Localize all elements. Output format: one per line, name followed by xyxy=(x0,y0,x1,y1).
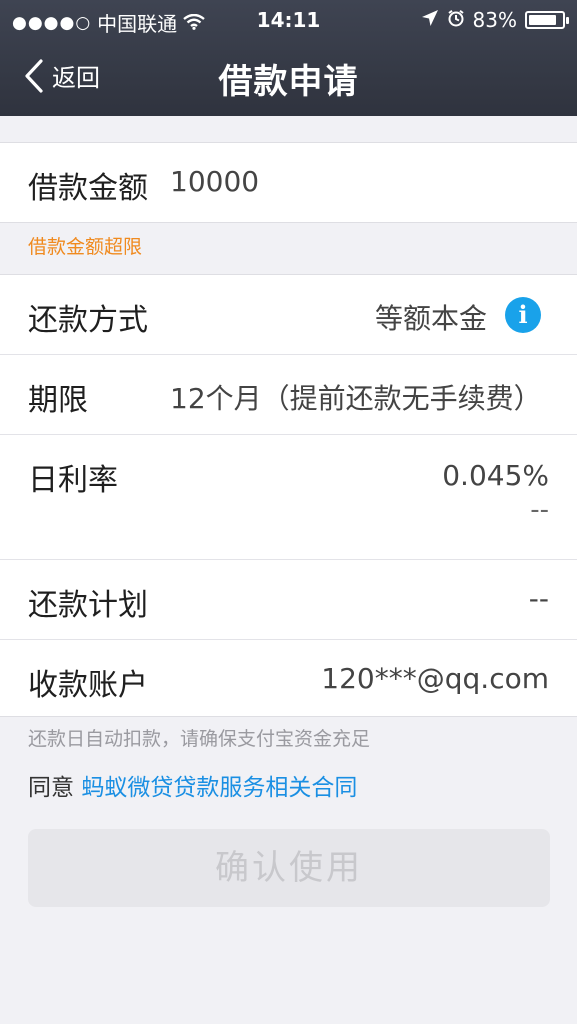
amount-row[interactable]: 借款金额 10000 xyxy=(0,143,577,222)
repay-method-row[interactable]: 还款方式 等额本金 i xyxy=(0,275,577,355)
amount-error-text: 借款金额超限 xyxy=(28,236,143,258)
amount-label: 借款金额 xyxy=(28,171,148,206)
daily-rate-secondary: -- xyxy=(530,495,549,525)
repay-plan-row[interactable]: 还款计划 -- xyxy=(0,560,577,640)
status-right: 83% xyxy=(421,8,569,32)
agreement-prefix: 同意 xyxy=(28,775,82,801)
repay-plan-label: 还款计划 xyxy=(28,588,148,623)
battery-fill xyxy=(529,15,556,25)
info-icon[interactable]: i xyxy=(505,297,541,333)
status-bar: ●●●●○ 中国联通 14:11 83% xyxy=(0,0,577,40)
location-arrow-icon xyxy=(421,8,439,32)
auto-deduction-note: 还款日自动扣款，请确保支付宝资金充足 xyxy=(28,728,371,750)
page-title: 借款申请 xyxy=(218,62,359,102)
daily-rate-label: 日利率 xyxy=(28,463,118,498)
repay-plan-value: -- xyxy=(528,582,549,615)
contract-link[interactable]: 蚂蚁微贷贷款服务相关合同 xyxy=(81,775,357,801)
loan-details-card: 还款方式 等额本金 i 期限 12个月（提前还款无手续费） 日利率 0.045%… xyxy=(0,274,577,717)
term-value: 12个月（提前还款无手续费） xyxy=(170,382,542,415)
daily-rate-row: 日利率 0.045% -- xyxy=(0,435,577,560)
battery-icon xyxy=(525,11,569,29)
term-label: 期限 xyxy=(28,383,88,418)
receive-account-row[interactable]: 收款账户 120***@qq.com xyxy=(0,640,577,719)
navigation-bar: 返回 借款申请 xyxy=(0,40,577,116)
amount-input[interactable]: 10000 xyxy=(170,165,259,198)
term-row: 期限 12个月（提前还款无手续费） xyxy=(0,355,577,435)
amount-card: 借款金额 10000 xyxy=(0,142,577,223)
receive-account-value: 120***@qq.com xyxy=(321,662,549,695)
repay-method-label: 还款方式 xyxy=(28,303,148,338)
confirm-button[interactable]: 确认使用 xyxy=(28,829,550,907)
receive-account-label: 收款账户 xyxy=(28,668,148,703)
battery-percent: 83% xyxy=(472,8,517,32)
agreement-text: 同意 蚂蚁微贷贷款服务相关合同 xyxy=(28,768,357,802)
top-bar: ●●●●○ 中国联通 14:11 83% 返回 借款申请 xyxy=(0,0,577,116)
repay-method-value: 等额本金 xyxy=(374,302,487,335)
daily-rate-value: 0.045% xyxy=(442,459,549,492)
alarm-clock-icon xyxy=(447,8,465,32)
